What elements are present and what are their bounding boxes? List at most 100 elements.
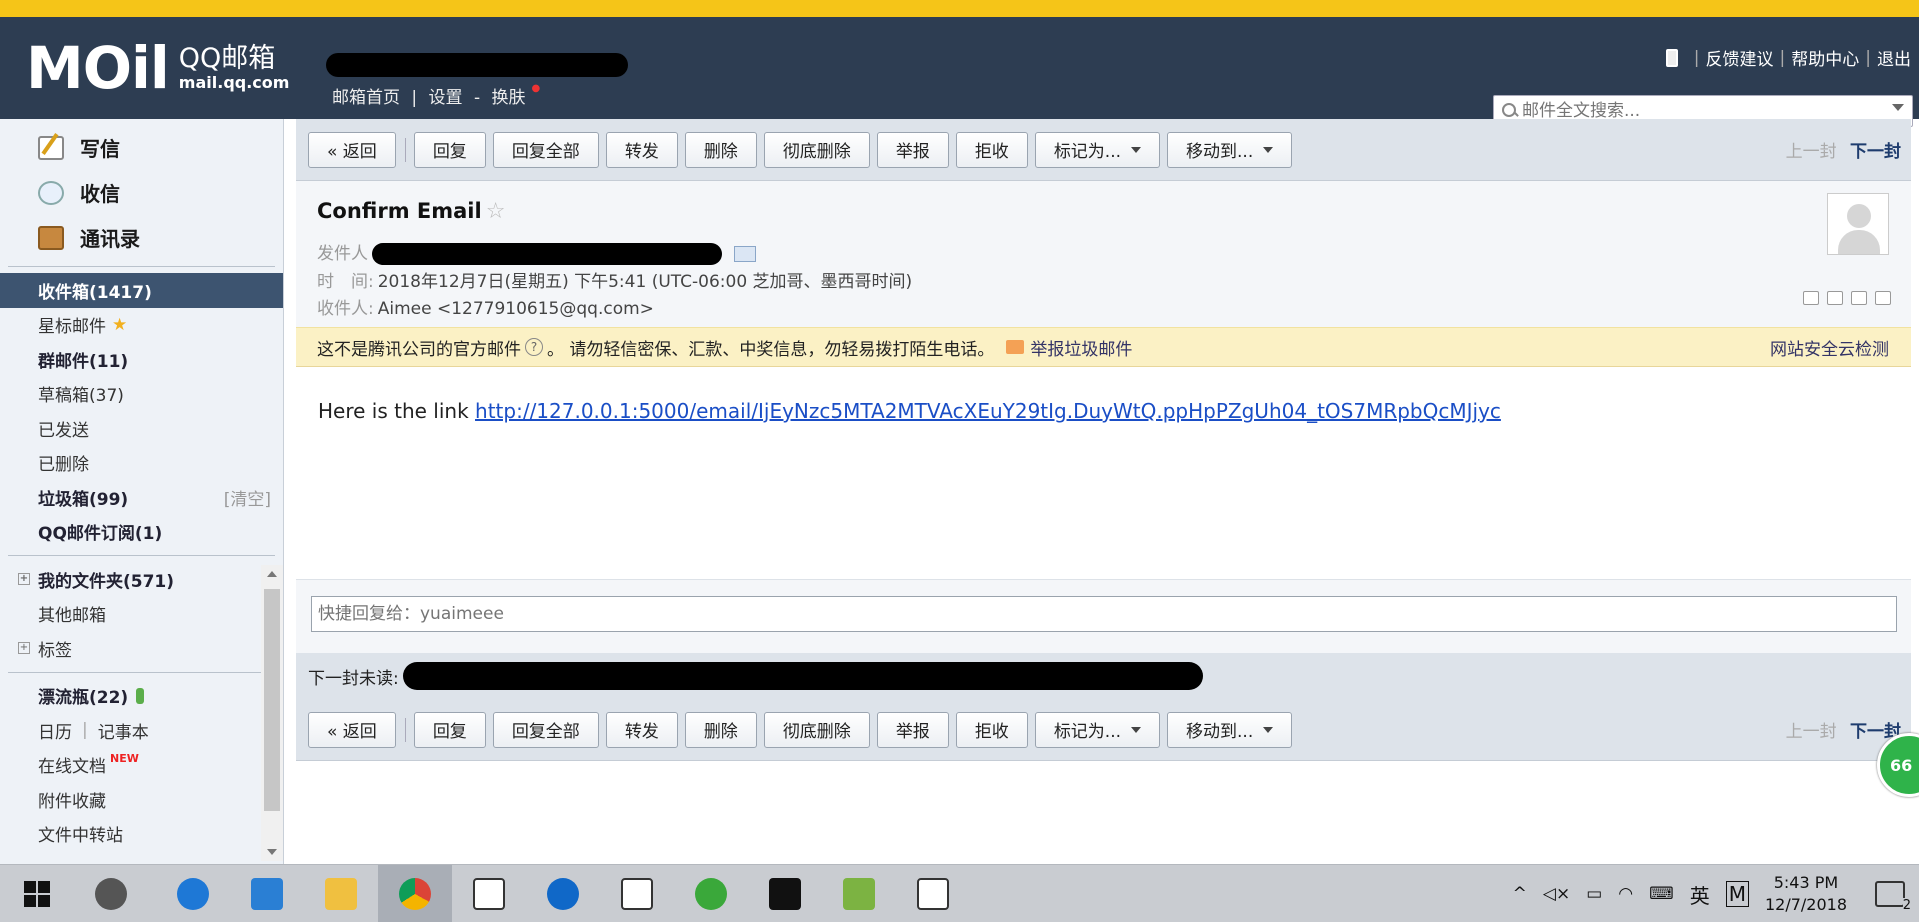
back-button[interactable]: « 返回 xyxy=(308,711,396,748)
mark-as-dropdown[interactable]: 标记为... xyxy=(1034,131,1161,168)
delete-permanently-button[interactable]: 彻底删除 xyxy=(763,711,870,748)
scroll-down-icon[interactable] xyxy=(267,849,277,855)
keyboard-icon[interactable]: ⌨ xyxy=(1649,884,1674,904)
folder-spam[interactable]: 垃圾箱(99) [清空] xyxy=(0,480,283,515)
contacts-button[interactable]: 通讯录 xyxy=(0,215,283,260)
link-skin[interactable]: 换肤 xyxy=(492,88,526,108)
report-spam-link[interactable]: 举报垃圾邮件 xyxy=(1030,335,1132,360)
link-mail-home[interactable]: 邮箱首页 xyxy=(332,88,400,108)
folder-file-transfer[interactable]: 文件中转站 xyxy=(0,817,283,852)
taskbar-app[interactable] xyxy=(674,865,748,922)
reply-all-button[interactable]: 回复全部 xyxy=(492,131,599,168)
search-input[interactable] xyxy=(1522,101,1882,121)
clock[interactable]: 5:43 PM 12/7/2018 xyxy=(1765,872,1847,915)
mark-as-dropdown[interactable]: 标记为... xyxy=(1034,711,1161,748)
taskbar-app[interactable] xyxy=(896,865,970,922)
quick-reply-input[interactable] xyxy=(311,596,1897,632)
compose-button[interactable]: 写信 xyxy=(0,125,283,170)
folder-deleted[interactable]: 已删除 xyxy=(0,446,283,481)
empty-spam-link[interactable]: [清空] xyxy=(224,485,271,510)
phone-icon[interactable] xyxy=(1665,48,1678,67)
folder-starred[interactable]: 星标邮件 ★ xyxy=(0,308,283,343)
compose-icon xyxy=(38,135,64,160)
taskbar-app[interactable] xyxy=(600,865,674,922)
notes-link[interactable]: 记事本 xyxy=(98,718,149,743)
delete-button[interactable]: 删除 xyxy=(684,131,757,168)
back-button[interactable]: « 返回 xyxy=(308,131,396,168)
volume-icon[interactable]: ◁× xyxy=(1543,884,1570,904)
forward-button[interactable]: 转发 xyxy=(605,131,678,168)
qq-mail-logo[interactable]: MOil QQ邮箱 mail.qq.com xyxy=(26,39,289,97)
reply-button[interactable]: 回复 xyxy=(413,711,486,748)
help-center-link[interactable]: 帮助中心 xyxy=(1791,45,1859,70)
forward-button[interactable]: 转发 xyxy=(605,711,678,748)
new-window-icon[interactable] xyxy=(1803,291,1819,305)
contact-card-icon[interactable] xyxy=(734,246,756,262)
reply-all-button[interactable]: 回复全部 xyxy=(492,711,599,748)
sidebar-scrollbar[interactable] xyxy=(261,565,283,861)
folder-inbox[interactable]: 收件箱(1417) xyxy=(0,273,283,308)
reply-button[interactable]: 回复 xyxy=(413,131,486,168)
taskbar-app[interactable] xyxy=(74,865,148,922)
move-to-dropdown[interactable]: 移动到... xyxy=(1167,711,1293,748)
next-mail-link[interactable]: 下一封 xyxy=(1850,142,1901,162)
taskbar-app[interactable] xyxy=(452,865,526,922)
folder-calendar-notes[interactable]: 日历 | 记事本 xyxy=(0,713,283,748)
star-icon[interactable]: ☆ xyxy=(486,199,506,224)
folder-subscriptions[interactable]: QQ邮件订阅(1) xyxy=(0,515,283,550)
taskbar-app[interactable] xyxy=(526,865,600,922)
start-button[interactable] xyxy=(0,865,74,922)
folder-other-mailboxes[interactable]: 其他邮箱 xyxy=(0,597,283,632)
ime-mode[interactable]: M xyxy=(1725,881,1749,907)
folder-online-docs[interactable]: 在线文档 NEW xyxy=(0,748,283,783)
feedback-link[interactable]: 反馈建议 xyxy=(1706,45,1774,70)
folder-drafts[interactable]: 草稿箱(37) xyxy=(0,377,283,412)
expand-icon[interactable]: + xyxy=(18,642,30,655)
scroll-up-icon[interactable] xyxy=(267,571,277,577)
chevron-up-icon[interactable]: ^ xyxy=(1513,884,1527,904)
taskbar-app[interactable] xyxy=(304,865,378,922)
redacted-next-subject[interactable] xyxy=(402,662,1203,690)
folder-my-folders[interactable]: + 我的文件夹(571) xyxy=(0,562,283,597)
scroll-thumb[interactable] xyxy=(264,589,280,811)
folder-attachments[interactable]: 附件收藏 xyxy=(0,782,283,817)
move-to-dropdown[interactable]: 移动到... xyxy=(1167,131,1293,168)
safety-check-link[interactable]: 网站安全云检测 xyxy=(1770,335,1889,360)
recipient-value[interactable]: Aimee <1277910615@qq.com> xyxy=(378,299,654,319)
confirm-link[interactable]: http://127.0.0.1:5000/email/IjEyNzc5MTA2… xyxy=(475,399,1501,423)
search-icon[interactable] xyxy=(1502,103,1518,119)
folder-group[interactable]: 群邮件(11) xyxy=(0,342,283,377)
delete-button[interactable]: 删除 xyxy=(684,711,757,748)
calendar-link[interactable]: 日历 xyxy=(38,718,72,743)
folder-sent[interactable]: 已发送 xyxy=(0,411,283,446)
logout-link[interactable]: 退出 xyxy=(1877,45,1911,70)
prev-mail-link[interactable]: 上一封 xyxy=(1786,142,1837,162)
reject-button[interactable]: 拒收 xyxy=(955,711,1028,748)
report-button[interactable]: 举报 xyxy=(876,711,949,748)
expand-icon[interactable]: + xyxy=(18,573,30,586)
download-icon[interactable] xyxy=(1851,291,1867,305)
wifi-icon[interactable]: ◠ xyxy=(1618,884,1633,904)
taskbar-app[interactable] xyxy=(230,865,304,922)
notification-icon[interactable]: 2 xyxy=(1875,881,1911,913)
receive-button[interactable]: 收信 xyxy=(0,170,283,215)
avatar[interactable] xyxy=(1827,193,1889,255)
help-question-icon[interactable]: ? xyxy=(525,338,543,356)
battery-icon[interactable]: ▭ xyxy=(1586,884,1602,904)
reject-button[interactable]: 拒收 xyxy=(955,131,1028,168)
folder-tags[interactable]: + 标签 xyxy=(0,631,283,666)
link-settings[interactable]: 设置 xyxy=(429,88,463,108)
divider xyxy=(8,555,275,556)
taskbar-app[interactable] xyxy=(156,865,230,922)
prev-mail-link[interactable]: 上一封 xyxy=(1786,722,1837,742)
taskbar-app-active[interactable] xyxy=(378,865,452,922)
print-icon[interactable] xyxy=(1875,291,1891,305)
search-dropdown-icon[interactable] xyxy=(1892,104,1904,111)
taskbar-app[interactable] xyxy=(822,865,896,922)
delete-permanently-button[interactable]: 彻底删除 xyxy=(763,131,870,168)
taskbar-app[interactable] xyxy=(748,865,822,922)
report-button[interactable]: 举报 xyxy=(876,131,949,168)
ime-indicator[interactable]: 英 xyxy=(1690,880,1710,909)
folder-drift-bottle[interactable]: 漂流瓶(22) xyxy=(0,679,283,714)
view-source-icon[interactable] xyxy=(1827,291,1843,305)
